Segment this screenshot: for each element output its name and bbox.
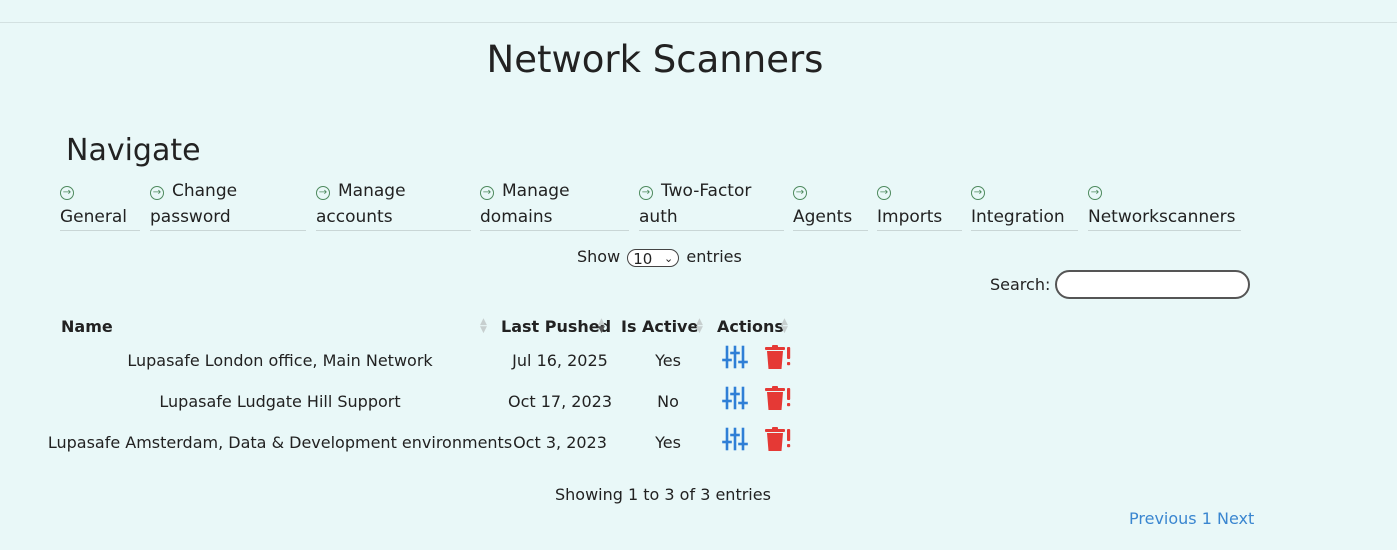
circle-arrow-right-icon: →: [60, 186, 74, 200]
nav-item-label-line2: auth: [639, 207, 678, 227]
sort-icon: ▲ ▼: [781, 317, 788, 335]
column-header-actions[interactable]: Actions: [717, 317, 784, 336]
circle-arrow-right-icon: →: [877, 186, 891, 200]
nav-item-integration[interactable]: → Integration: [971, 180, 1078, 231]
nav-item-two-factor-auth[interactable]: → Two-Factor auth: [639, 180, 784, 231]
nav-heading: Navigate: [66, 133, 201, 168]
trash-alert-icon[interactable]: [764, 426, 792, 452]
nav-item-label-line2: password: [150, 207, 231, 227]
cell-last-pushed: Oct 17, 2023: [508, 392, 612, 411]
circle-arrow-right-icon: →: [639, 186, 653, 200]
column-header-last-pushed[interactable]: Last Pushed: [501, 317, 611, 336]
circle-arrow-right-icon: →: [1088, 186, 1102, 200]
column-header-is-active[interactable]: Is Active: [621, 317, 698, 336]
sort-icon: ▲ ▼: [480, 317, 487, 335]
entries-select[interactable]: 10 ⌄: [627, 248, 680, 268]
trash-alert-icon[interactable]: [764, 344, 792, 370]
nav-item-label-line2: Integration: [971, 207, 1065, 227]
circle-arrow-right-icon: →: [793, 186, 807, 200]
trash-alert-icon[interactable]: [764, 385, 792, 411]
next-page-button[interactable]: Next: [1217, 509, 1254, 528]
sort-icon: ▲ ▼: [696, 317, 703, 335]
nav-item-networkscanners[interactable]: → Networkscanners: [1088, 180, 1241, 231]
nav-item-change-password[interactable]: → Change password: [150, 180, 306, 231]
nav-item-label-line2: Agents: [793, 207, 853, 227]
nav-item-label-line2: General: [60, 207, 127, 227]
nav-item-label-line1: Manage: [502, 181, 570, 201]
pagination: Previous 1 Next: [1129, 509, 1254, 528]
circle-arrow-right-icon: →: [480, 186, 494, 200]
nav-item-manage-domains[interactable]: → Manage domains: [480, 180, 629, 231]
entries-label: entries: [686, 247, 742, 266]
cell-last-pushed: Jul 16, 2025: [512, 351, 608, 370]
nav-item-agents[interactable]: → Agents: [793, 180, 868, 231]
cell-name: Lupasafe Ludgate Hill Support: [159, 392, 401, 411]
nav-item-label-line2: domains: [480, 207, 553, 227]
page-1-button[interactable]: 1: [1202, 509, 1212, 528]
nav-item-label-line1: Manage: [338, 181, 406, 201]
cell-is-active: Yes: [655, 433, 681, 452]
table-info: Showing 1 to 3 of 3 entries: [555, 485, 771, 504]
top-divider: [0, 22, 1397, 23]
circle-arrow-right-icon: →: [316, 186, 330, 200]
sort-descending-icon: ▲ ▼: [598, 317, 605, 335]
nav-item-general[interactable]: → General: [60, 180, 140, 231]
sliders-icon[interactable]: [722, 385, 748, 411]
circle-arrow-right-icon: →: [971, 186, 985, 200]
previous-page-button[interactable]: Previous: [1129, 509, 1197, 528]
entries-select-value: 10: [633, 249, 653, 268]
cell-name: Lupasafe Amsterdam, Data & Development e…: [47, 433, 513, 452]
search-input[interactable]: [1055, 270, 1250, 299]
nav-item-label-line2: Imports: [877, 207, 943, 227]
nav-item-manage-accounts[interactable]: → Manage accounts: [316, 180, 471, 231]
circle-arrow-right-icon: →: [150, 186, 164, 200]
nav-item-label-line2: Networkscanners: [1088, 207, 1236, 227]
cell-name: Lupasafe London office, Main Network: [127, 351, 433, 370]
page-title: Network Scanners: [486, 38, 824, 81]
entries-length-control: Show 10 ⌄ entries: [577, 247, 742, 268]
chevron-down-icon: ⌄: [664, 251, 674, 265]
nav-item-label-line1: Two-Factor: [661, 181, 752, 201]
show-label: Show: [577, 247, 621, 266]
nav-item-label-line1: Change: [172, 181, 238, 201]
sliders-icon[interactable]: [722, 426, 748, 452]
column-header-name[interactable]: Name: [61, 317, 113, 336]
nav-item-label-line2: accounts: [316, 207, 393, 227]
cell-is-active: No: [657, 392, 679, 411]
sliders-icon[interactable]: [722, 344, 748, 370]
search-label: Search:: [990, 275, 1051, 294]
cell-is-active: Yes: [655, 351, 681, 370]
cell-last-pushed: Oct 3, 2023: [513, 433, 607, 452]
nav-item-imports[interactable]: → Imports: [877, 180, 962, 231]
